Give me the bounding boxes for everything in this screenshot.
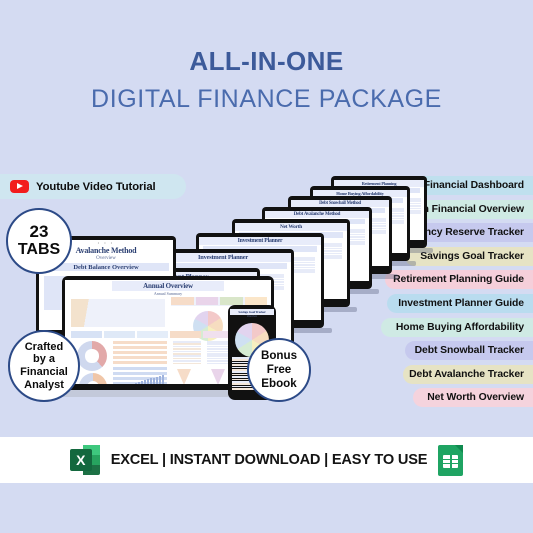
crafted-line-4: Analyst [24,378,64,391]
youtube-play-icon [10,180,29,193]
feature-pill-label: Savings Goal Tracker [420,250,524,262]
feature-pill: Net Worth Overview [413,388,533,408]
screen-title: Debt Snowball Method [291,200,389,207]
feature-pill: Debt Avalanche Tracker [403,364,533,384]
screen-title: Investment Planner [199,237,321,245]
promo-graphic: ALL-IN-ONE DIGITAL FINANCE PACKAGE Retir… [0,0,533,533]
feature-pill-label: Investment Planner Guide [398,297,524,309]
feature-pill: Investment Planner Guide [387,293,533,313]
feature-pill: Home Buying Affordability [381,317,533,337]
google-sheets-icon [438,444,464,476]
tabs-label: TABS [17,241,61,258]
feature-pill-label: Debt Avalanche Tracker [409,368,524,380]
footer-text: EXCEL | INSTANT DOWNLOAD | EASY TO USE [110,452,428,468]
feature-pill: Retirement Planning Guide [385,270,533,290]
screen-title: Debt Avalanche Method [265,211,369,218]
mini-bar-chart [111,375,164,384]
bonus-line-1: Bonus [260,349,298,362]
crafted-by-analyst-badge: Crafted by a Financial Analyst [8,330,80,402]
bonus-ebook-badge: Bonus Free Ebook [247,338,311,402]
bonus-line-2: Free [266,363,292,376]
feature-pill-label: Home Buying Affordability [395,321,524,333]
title-light: DIGITAL FINANCE PACKAGE [91,85,442,113]
screen-title: Net Worth [235,223,347,231]
feature-pill-label: Debt Snowball Tracker [414,345,524,357]
screen-title: Annual Overview [112,281,224,291]
footer-bar: X EXCEL | INSTANT DOWNLOAD | EASY TO USE [0,437,533,483]
excel-icon-letter: X [69,449,92,471]
tabs-count-badge: 23 TABS [6,208,72,274]
crafted-line-2: by a [32,353,55,366]
feature-pill-label: Retirement Planning Guide [393,274,524,286]
youtube-tutorial-badge[interactable]: Youtube Video Tutorial [0,174,186,199]
tabs-count: 23 [29,222,49,241]
excel-icon: X [69,445,100,475]
feature-pill-label: Net Worth Overview [427,392,524,404]
feature-pill: Debt Snowball Tracker [405,341,533,361]
youtube-badge-label: Youtube Video Tutorial [36,180,156,193]
crafted-line-1: Crafted [24,340,64,353]
page-title: ALL-IN-ONE DIGITAL FINANCE PACKAGE [0,46,533,116]
bonus-line-3: Ebook [261,377,297,390]
title-bold: ALL-IN-ONE [189,46,344,76]
crafted-line-3: Financial [20,366,68,378]
